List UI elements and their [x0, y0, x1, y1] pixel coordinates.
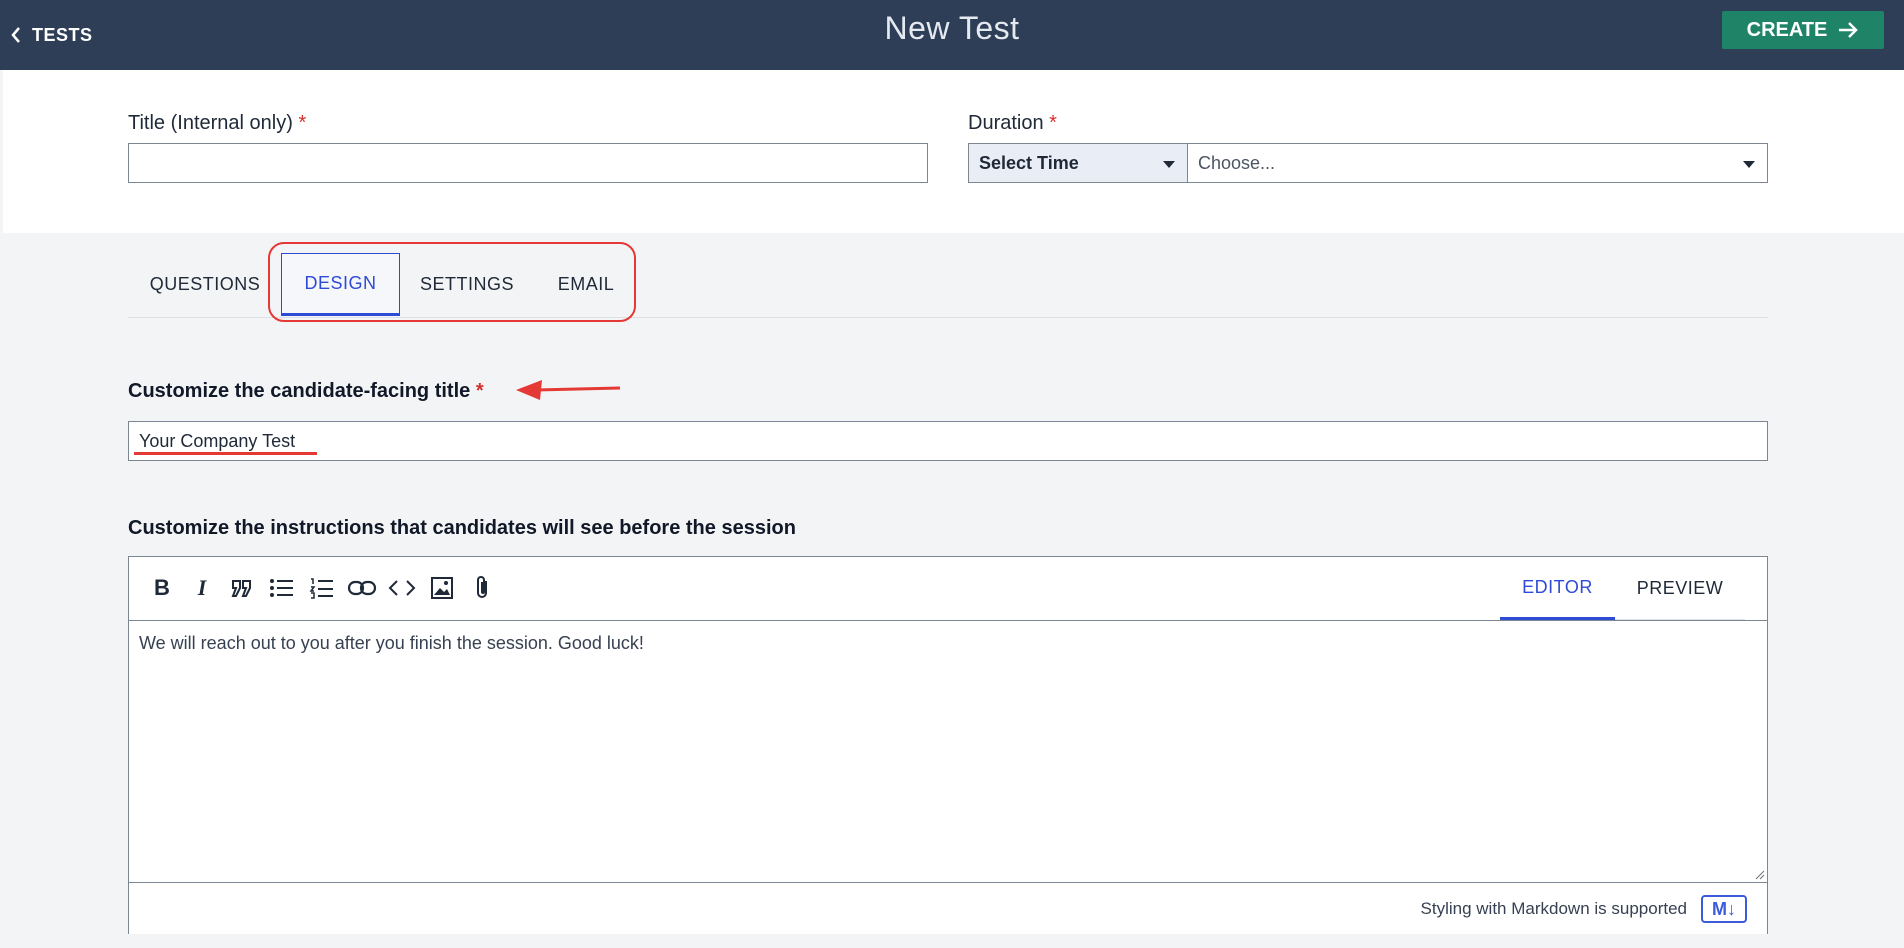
annotation-highlight-box — [268, 242, 636, 322]
duration-value: Choose... — [1198, 152, 1276, 173]
arrow-right-icon — [1839, 22, 1859, 38]
italic-icon[interactable]: I — [187, 573, 217, 603]
attachment-glyph — [477, 576, 487, 598]
quote-glyph — [231, 580, 251, 597]
required-marker: * — [1049, 112, 1057, 134]
top-bar: TESTS New Test CREATE — [0, 0, 1904, 70]
bullet-list-icon[interactable] — [267, 573, 297, 603]
numbered-list-glyph — [309, 578, 333, 599]
candidate-title-label: Customize the candidate-facing title * — [128, 380, 484, 403]
caret-down-icon — [1743, 161, 1755, 168]
editor-toolbar: B I EDITOR PREVIEW — [129, 557, 1767, 621]
title-label: Title (Internal only) * — [128, 112, 306, 135]
duration-label: Duration * — [968, 112, 1057, 135]
title-label-text: Title (Internal only) — [128, 112, 293, 134]
markdown-note: Styling with Markdown is supported — [1420, 899, 1687, 918]
bold-icon[interactable]: B — [147, 573, 177, 603]
preview-tab[interactable]: PREVIEW — [1615, 557, 1745, 620]
caret-down-icon — [1163, 161, 1175, 168]
instructions-textarea[interactable]: We will reach out to you after you finis… — [139, 633, 644, 654]
numbered-list-icon[interactable] — [307, 573, 337, 603]
resize-handle-icon[interactable] — [1755, 870, 1765, 880]
title-input[interactable] — [128, 143, 928, 183]
editor-tab[interactable]: EDITOR — [1500, 557, 1615, 620]
image-icon[interactable] — [427, 573, 457, 603]
duration-label-text: Duration — [968, 112, 1044, 134]
attachment-icon[interactable] — [467, 573, 497, 603]
annotation-arrow-icon — [516, 380, 621, 400]
duration-unit-select[interactable]: Select Time — [968, 143, 1187, 183]
create-button[interactable]: CREATE — [1722, 11, 1884, 49]
annotation-underline — [134, 452, 317, 455]
tab-questions[interactable]: QUESTIONS — [128, 253, 282, 316]
duration-unit-value: Select Time — [979, 152, 1079, 173]
editor-footer: Styling with Markdown is supported M↓ — [129, 882, 1767, 934]
bullet-list-glyph — [270, 579, 293, 597]
create-label: CREATE — [1746, 18, 1828, 41]
page-title: New Test — [884, 10, 1020, 46]
candidate-title-input[interactable] — [128, 421, 1768, 461]
code-glyph — [388, 580, 416, 596]
instructions-label: Customize the instructions that candidat… — [128, 517, 796, 539]
code-icon[interactable] — [387, 573, 417, 603]
link-glyph — [347, 580, 377, 596]
link-icon[interactable] — [347, 573, 377, 603]
markdown-icon: M↓ — [1701, 895, 1747, 923]
required-marker: * — [475, 380, 484, 402]
candidate-title-label-text: Customize the candidate-facing title — [128, 380, 471, 402]
image-glyph — [431, 577, 453, 599]
required-marker: * — [298, 112, 307, 134]
instructions-editor: B I EDITOR PREVIEW We will reach out to … — [128, 556, 1768, 934]
quote-icon[interactable] — [227, 573, 257, 603]
duration-value-select[interactable]: Choose... — [1187, 143, 1768, 183]
